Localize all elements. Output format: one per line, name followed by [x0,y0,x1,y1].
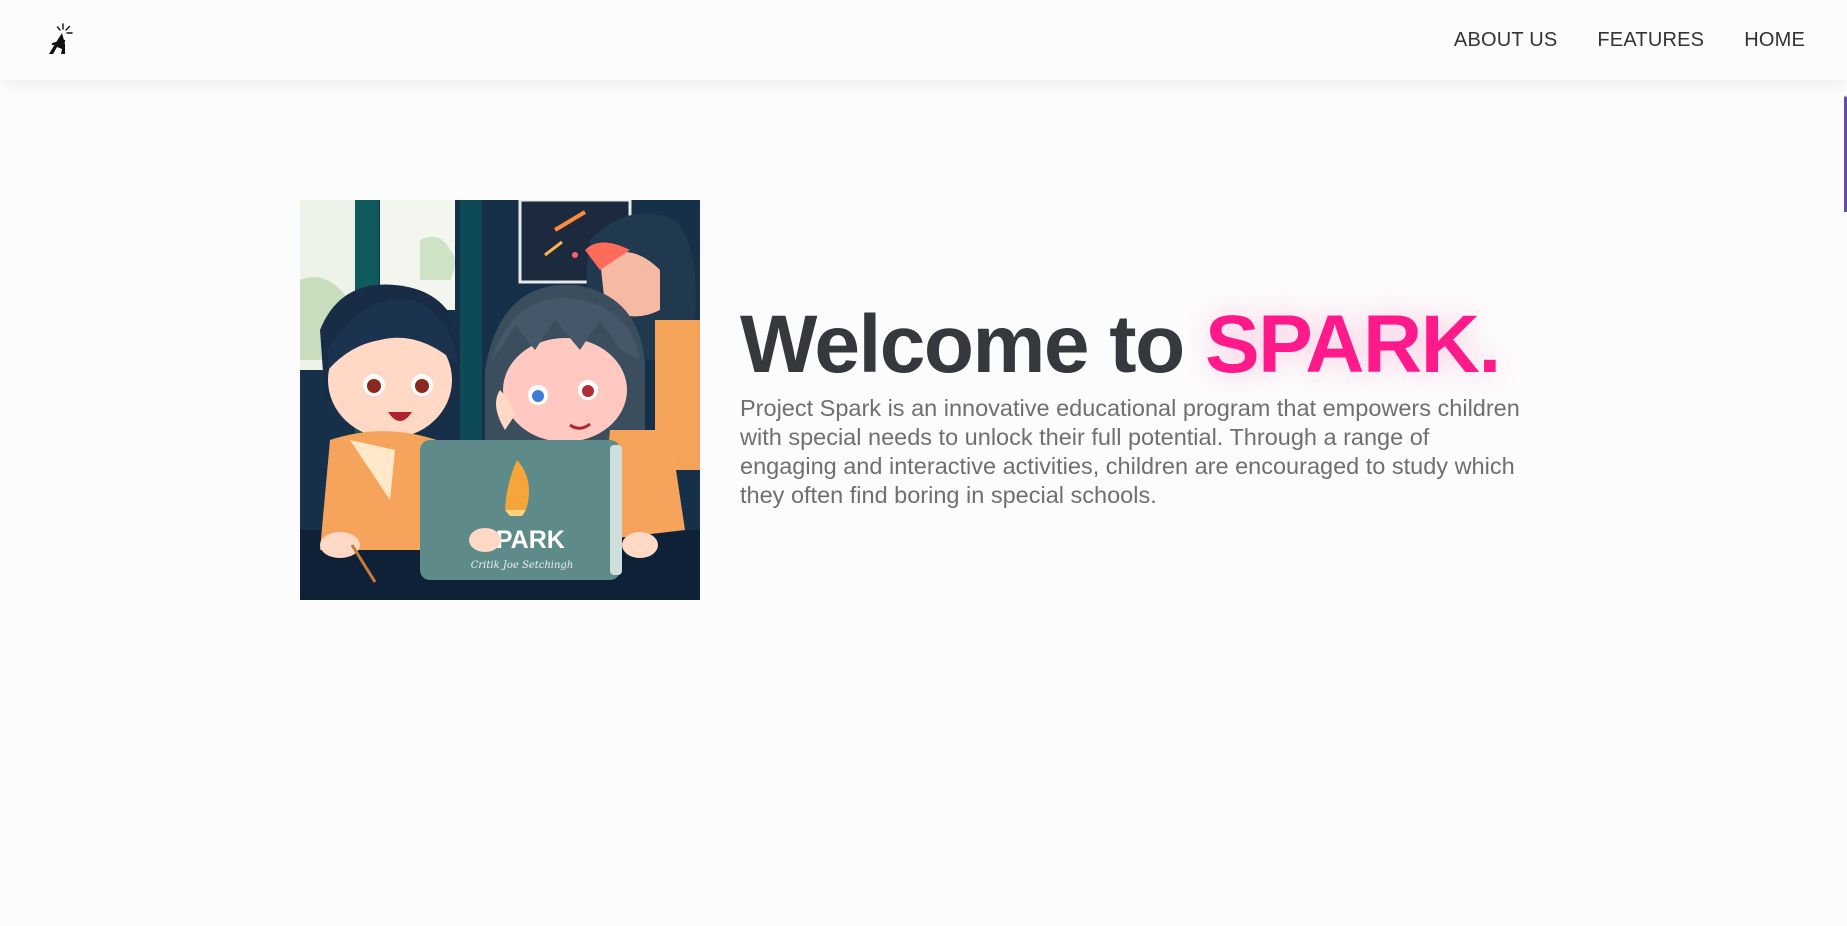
hero-section: SPARK Critik Joe Setchingh Welcome to SP… [300,200,1540,600]
hero-text-block: Welcome to SPARK. Project Spark is an in… [740,298,1540,510]
main-nav: ABOUT US FEATURES HOME [1454,0,1805,80]
spark-logo-icon[interactable] [44,22,74,56]
children-laptop-illustration: SPARK Critik Joe Setchingh [300,200,700,600]
top-navbar: ABOUT US FEATURES HOME [0,0,1847,80]
laptop-subtitle: Critik Joe Setchingh [471,560,574,571]
hero-title-brand: SPARK. [1204,299,1501,390]
hero-description: Project Spark is an innovative education… [740,395,1520,508]
nav-home-link[interactable]: HOME [1744,29,1805,52]
hero-title: Welcome to SPARK. [740,298,1540,392]
nav-features-link[interactable]: FEATURES [1597,29,1704,52]
nav-about-us-link[interactable]: ABOUT US [1454,29,1557,52]
hero-title-prefix: Welcome to [740,299,1205,390]
